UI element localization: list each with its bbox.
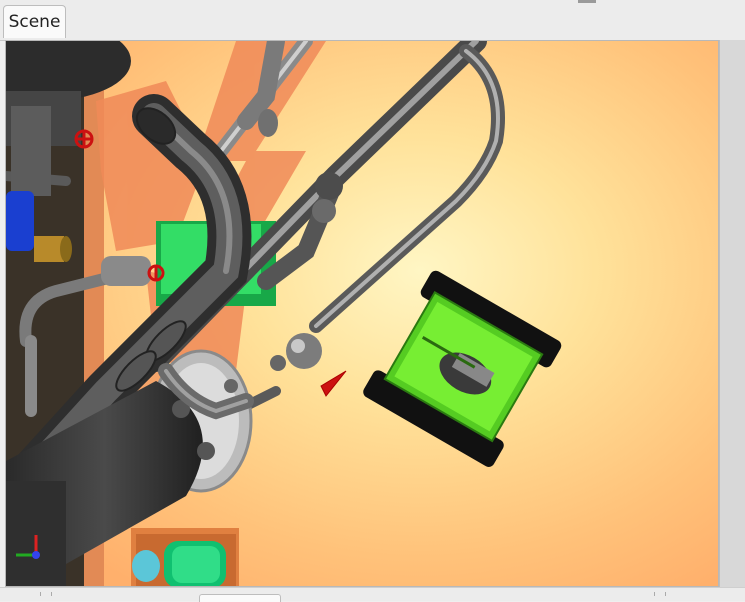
tab-bar-grip[interactable]: [578, 0, 596, 3]
pump-motor-assembly: [131, 528, 239, 586]
scene-render[interactable]: [6, 41, 719, 587]
bottom-bar: [0, 587, 745, 602]
tab-scene[interactable]: Scene: [3, 5, 66, 38]
tab-bar: Scene: [0, 0, 745, 41]
viewport-side-panel[interactable]: [719, 40, 745, 587]
brass-fitting: [34, 236, 64, 262]
bottom-grip-left[interactable]: [40, 592, 52, 596]
scene-viewport[interactable]: [5, 40, 719, 587]
bottom-grip-right[interactable]: [654, 592, 666, 596]
cyan-coupling: [132, 550, 160, 582]
blue-part: [6, 191, 34, 251]
